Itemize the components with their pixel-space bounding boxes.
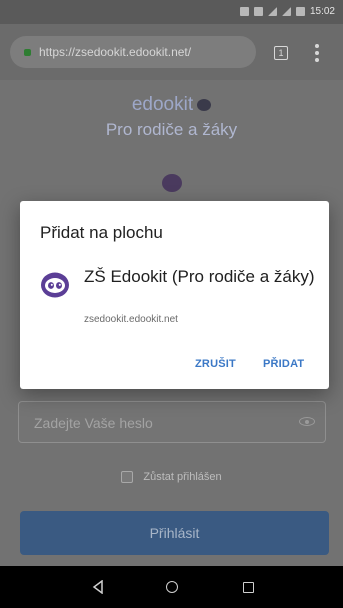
status-icons: 15:02 [239, 6, 335, 17]
app-url: zsedookit.edookit.net [84, 314, 178, 325]
password-input[interactable] [32, 402, 296, 444]
recents-icon[interactable] [243, 582, 254, 593]
home-icon[interactable] [166, 581, 178, 593]
cancel-button[interactable]: ZRUŠIT [195, 354, 236, 374]
battery-icon [295, 7, 305, 16]
address-bar-url: https://zsedookit.edookit.net/ [39, 45, 192, 59]
page-subtitle: Pro rodiče a žáky [105, 120, 238, 139]
dialog-title: Přidat na plochu [40, 223, 163, 242]
eye-icon[interactable] [299, 417, 315, 426]
lock-icon [24, 48, 31, 56]
add-button[interactable]: PŘIDAT [263, 354, 304, 374]
back-icon[interactable] [92, 580, 104, 594]
browser-toolbar: https://zsedookit.edookit.net/ 1 [0, 24, 343, 80]
brand-name: edookit [131, 94, 194, 115]
tabs-icon[interactable]: 1 [274, 46, 288, 60]
remember-me-label: Zůstat přihlášen [143, 471, 222, 483]
more-vert-icon[interactable] [315, 44, 319, 62]
remember-me-row: Zůstat přihlášen [0, 471, 343, 483]
signal-icon [267, 7, 277, 16]
navigation-bar [0, 566, 343, 608]
app-name: ZŠ Edookit (Pro rodiče a žáky) [84, 267, 315, 286]
edookit-logo-icon [162, 174, 182, 192]
status-time: 15:02 [309, 6, 335, 17]
add-to-home-dialog: Přidat na plochu ZŠ Edookit (Pro rodiče … [20, 201, 329, 389]
wifi-icon [253, 7, 263, 16]
notification-icon [239, 7, 249, 16]
login-button[interactable]: Přihlásit [20, 511, 329, 555]
edookit-logo-icon [41, 272, 69, 298]
address-bar[interactable]: https://zsedookit.edookit.net/ [10, 36, 256, 68]
remember-me-checkbox[interactable] [121, 471, 134, 483]
status-bar: 15:02 [0, 0, 343, 24]
brand-header: edookit [0, 94, 343, 116]
signal-2-icon [281, 7, 291, 16]
edookit-logo-icon [197, 98, 212, 111]
password-field[interactable] [18, 401, 326, 444]
